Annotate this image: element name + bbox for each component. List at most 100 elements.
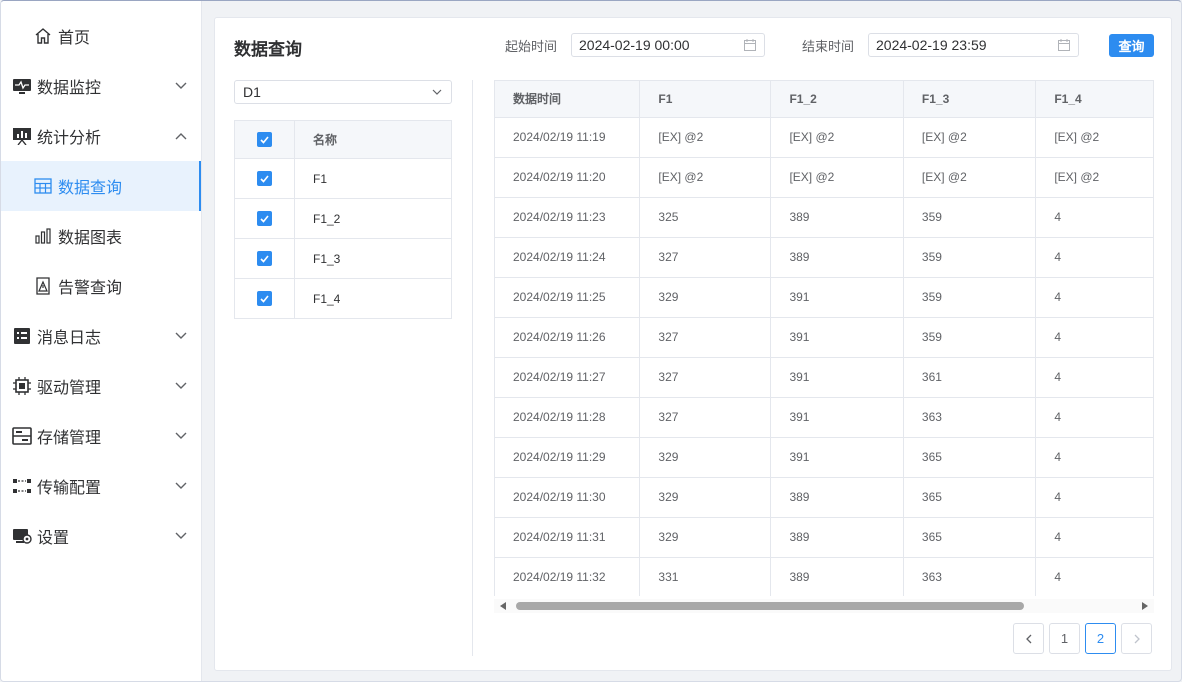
sidebar-item-storage-management[interactable]: 存储管理 — [1, 411, 201, 461]
chevron-down-icon — [175, 332, 187, 339]
table-row[interactable]: 2024/02/19 11:25 329 391 359 4 — [495, 277, 1154, 318]
table-cell: 359 — [903, 237, 1037, 278]
table-row[interactable]: 2024/02/19 11:24 327 389 359 4 — [495, 237, 1154, 278]
tag-checkbox[interactable] — [257, 211, 272, 226]
table-cell: 365 — [903, 517, 1037, 558]
check-icon — [260, 214, 269, 223]
tag-checkbox[interactable] — [257, 251, 272, 266]
table-cell: 389 — [770, 517, 904, 558]
tag-checkbox[interactable] — [257, 171, 272, 186]
prev-page-button[interactable] — [1013, 623, 1044, 654]
column-header[interactable]: F1_4 — [1035, 81, 1154, 118]
table-cell: 2024/02/19 11:23 — [495, 197, 641, 238]
table-row[interactable]: 2024/02/19 11:31 329 389 365 4 — [495, 517, 1154, 558]
device-select[interactable]: D1 — [234, 80, 452, 104]
sidebar-item-label: 传输配置 — [37, 480, 102, 497]
next-page-button[interactable] — [1121, 623, 1152, 654]
sidebar-item-label: 统计分析 — [37, 130, 102, 147]
page-button-2[interactable]: 2 — [1085, 623, 1116, 654]
table-cell: 329 — [639, 437, 772, 478]
data-table-container[interactable]: 数据时间 F1 F1_2 F1_3 F1_4 2024/02/19 11:19[… — [494, 80, 1154, 596]
table-cell: 2024/02/19 11:26 — [495, 317, 641, 358]
table-row[interactable]: 2024/02/19 11:19 [EX] @2 [EX] @2 [EX] @2 [EX… — [495, 117, 1154, 158]
chevron-down-icon — [175, 382, 187, 389]
table-row[interactable]: 2024/02/19 11:20 [EX] @2 [EX] @2 [EX] @2 [EX… — [495, 157, 1154, 198]
query-button[interactable]: 查询 — [1109, 34, 1154, 57]
table-cell: 359 — [903, 317, 1037, 358]
column-header[interactable]: 数据时间 — [495, 81, 641, 118]
horizontal-scrollbar[interactable] — [494, 599, 1154, 613]
calendar-icon — [744, 39, 756, 51]
page-button-1[interactable]: 1 — [1049, 623, 1080, 654]
column-header[interactable]: F1_3 — [903, 81, 1037, 118]
table-cell: 4 — [1035, 557, 1154, 596]
table-cell: 389 — [770, 557, 904, 596]
sidebar-item-home[interactable]: 首页 — [1, 11, 201, 61]
page-title: 数据查询 — [234, 40, 302, 59]
sidebar-item-data-chart[interactable]: 数据图表 — [1, 211, 201, 261]
monitor-icon — [11, 75, 33, 97]
table-row[interactable]: 2024/02/19 11:32 331 389 363 4 — [495, 557, 1154, 596]
table-row[interactable]: 2024/02/19 11:30 329 389 365 4 — [495, 477, 1154, 518]
table-cell: 365 — [903, 477, 1037, 518]
tag-table-header: 名称 — [235, 121, 451, 159]
sidebar-item-label: 告警查询 — [58, 280, 123, 297]
table-cell: 4 — [1035, 357, 1154, 398]
end-time-label: 结束时间 — [802, 39, 855, 54]
table-cell: 2024/02/19 11:20 — [495, 157, 641, 198]
tag-row: F1_2 — [235, 199, 451, 239]
sidebar-item-label: 存储管理 — [37, 430, 102, 447]
check-icon — [260, 294, 269, 303]
tag-checkbox[interactable] — [257, 291, 272, 306]
sidebar-item-label: 首页 — [58, 30, 91, 47]
table-cell: 365 — [903, 437, 1037, 478]
table-cell: 4 — [1035, 397, 1154, 438]
table-row[interactable]: 2024/02/19 11:26 327 391 359 4 — [495, 317, 1154, 358]
table-cell: 359 — [903, 277, 1037, 318]
data-table: 数据时间 F1 F1_2 F1_3 F1_4 2024/02/19 11:19[… — [495, 81, 1154, 596]
table-cell: 2024/02/19 11:28 — [495, 397, 641, 438]
check-icon — [260, 135, 269, 144]
chip-icon — [11, 375, 33, 397]
sidebar-item-driver-management[interactable]: 驱动管理 — [1, 361, 201, 411]
start-time-input[interactable]: 2024-02-19 00:00 — [571, 33, 765, 57]
sidebar-item-settings[interactable]: 设置 — [1, 511, 201, 561]
chevron-up-icon — [175, 133, 187, 140]
scrollbar-thumb[interactable] — [516, 602, 1024, 610]
table-row[interactable]: 2024/02/19 11:29 329 391 365 4 — [495, 437, 1154, 478]
table-row[interactable]: 2024/02/19 11:27 327 391 361 4 — [495, 357, 1154, 398]
column-header[interactable]: F1_2 — [770, 81, 904, 118]
end-time-input[interactable]: 2024-02-19 23:59 — [868, 33, 1079, 57]
start-time-label: 起始时间 — [505, 39, 558, 54]
table-row[interactable]: 2024/02/19 11:23 325 389 359 4 — [495, 197, 1154, 238]
table-cell: 329 — [639, 277, 772, 318]
sidebar: 首页 数据监控 统计分析 数据查询 数据图表 告警查询 消息日志 驱动管理 存储… — [1, 1, 202, 681]
table-cell: 2024/02/19 11:19 — [495, 117, 641, 158]
table-cell: [EX] @2 — [639, 117, 772, 158]
alert-doc-icon — [32, 275, 54, 297]
table-cell: 327 — [639, 317, 772, 358]
sidebar-item-transfer-config[interactable]: 传输配置 — [1, 461, 201, 511]
table-icon — [32, 175, 54, 197]
scroll-left-icon[interactable] — [500, 602, 506, 610]
table-cell: 4 — [1035, 237, 1154, 278]
table-cell: 327 — [639, 357, 772, 398]
sidebar-item-data-monitor[interactable]: 数据监控 — [1, 61, 201, 111]
table-cell: 4 — [1035, 517, 1154, 558]
check-icon — [260, 174, 269, 183]
table-cell: 2024/02/19 11:29 — [495, 437, 641, 478]
table-cell: 4 — [1035, 197, 1154, 238]
table-cell: 2024/02/19 11:25 — [495, 277, 641, 318]
sidebar-item-data-query[interactable]: 数据查询 — [1, 161, 201, 211]
sidebar-item-message-log[interactable]: 消息日志 — [1, 311, 201, 361]
select-all-checkbox[interactable] — [257, 132, 272, 147]
sidebar-item-label: 数据图表 — [58, 230, 123, 247]
table-cell: 389 — [770, 477, 904, 518]
scroll-right-icon[interactable] — [1142, 602, 1148, 610]
column-header[interactable]: F1 — [639, 81, 772, 118]
table-row[interactable]: 2024/02/19 11:28 327 391 363 4 — [495, 397, 1154, 438]
table-cell: 391 — [770, 277, 904, 318]
table-cell: 391 — [770, 317, 904, 358]
sidebar-item-statistics[interactable]: 统计分析 — [1, 111, 201, 161]
sidebar-item-alarm-query[interactable]: 告警查询 — [1, 261, 201, 311]
